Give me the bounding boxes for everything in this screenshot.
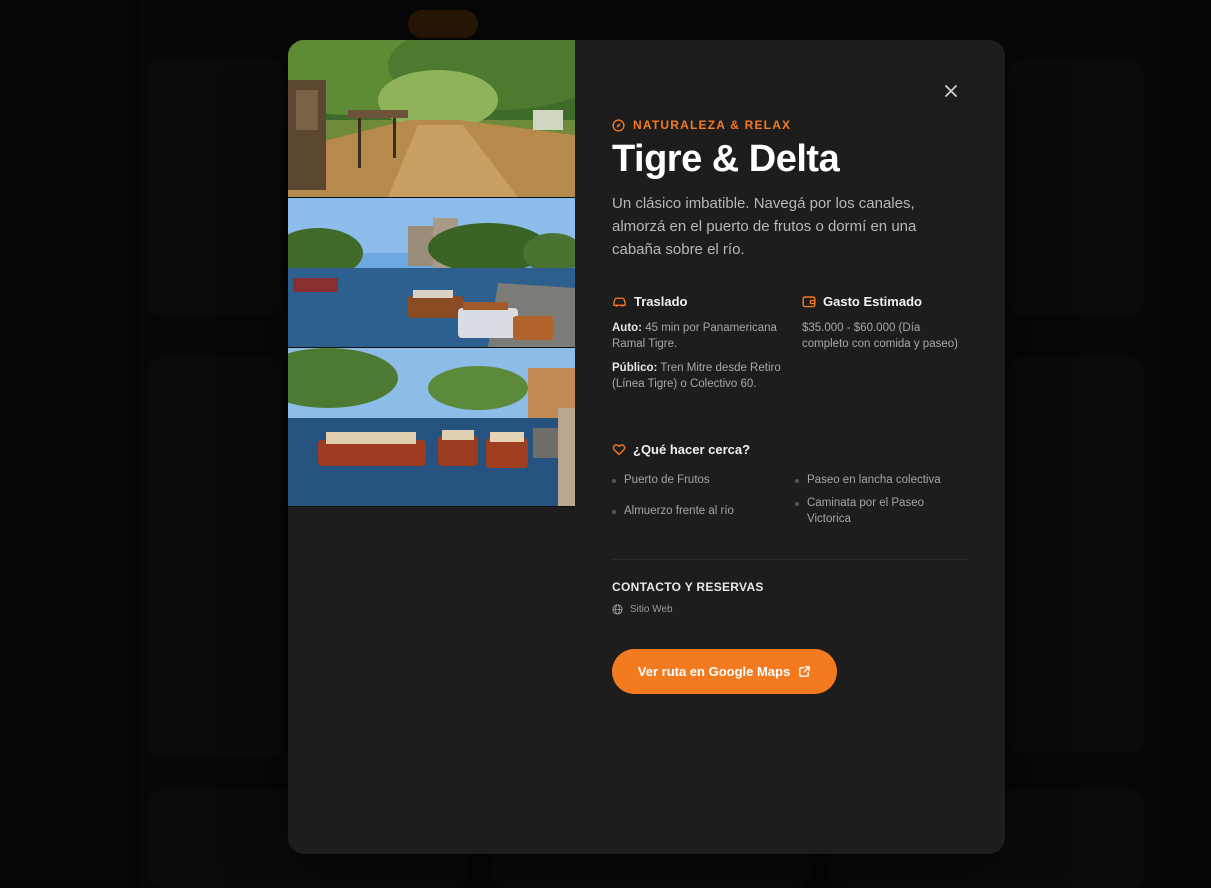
nearby-heading-text: ¿Qué hacer cerca? [633,442,751,457]
tigre-canal-photo [288,40,575,198]
transport-section: Traslado Auto: 45 min por Panamericana R… [612,294,787,392]
website-link-label: Sitio Web [630,604,673,615]
google-maps-button-label: Ver ruta en Google Maps [637,664,791,679]
nearby-item: Almuerzo frente al río [612,504,782,520]
nearby-item-text: Puerto de Frutos [624,474,710,486]
nearby-item: Caminata por el Paseo Victorica [795,496,945,527]
destination-title: Tigre & Delta [612,138,840,180]
transport-auto-label: Auto: [612,322,643,334]
category-text: NATURALEZA & RELAX [633,118,792,132]
tigre-boats-photo [288,348,575,507]
close-button[interactable] [938,78,964,104]
contact-heading: CONTACTO Y RESERVAS [612,580,764,594]
external-link-icon [799,666,811,677]
destination-modal: NATURALEZA & RELAX Tigre & Delta Un clás… [288,40,1005,854]
nearby-item: Paseo en lancha colectiva [795,473,967,489]
website-link[interactable]: Sitio Web [612,604,673,615]
compass-icon [612,118,625,132]
budget-text: $35.000 - $60.000 (Día completo con comi… [802,322,958,350]
budget-heading: Gasto Estimado [802,294,970,309]
close-icon [945,85,957,97]
globe-icon [612,604,623,615]
car-icon [613,297,626,307]
transport-heading: Traslado [612,294,787,309]
wallet-icon [802,296,816,308]
transport-public-label: Público: [612,362,658,374]
google-maps-button[interactable]: Ver ruta en Google Maps [612,649,837,694]
budget-heading-text: Gasto Estimado [823,294,922,309]
tigre-harbor-photo [288,198,575,348]
transport-auto: Auto: 45 min por Panamericana Ramal Tigr… [612,321,787,352]
budget-section: Gasto Estimado $35.000 - $60.000 (Día co… [802,294,970,352]
section-divider [612,559,968,560]
transport-heading-text: Traslado [634,294,688,309]
transport-public: Público: Tren Mitre desde Retiro (Línea … [612,361,787,392]
heart-icon [612,444,626,456]
photo-gallery [288,40,575,507]
nearby-item-text: Almuerzo frente al río [624,505,734,517]
category-label: NATURALEZA & RELAX [612,118,791,132]
nearby-item: Puerto de Frutos [612,473,782,489]
nearby-item-text: Paseo en lancha colectiva [807,474,941,486]
nearby-item-text: Caminata por el Paseo Victorica [807,497,924,525]
destination-description: Un clásico imbatible. Navegá por los can… [612,195,917,258]
nearby-heading: ¿Qué hacer cerca? [612,442,750,457]
